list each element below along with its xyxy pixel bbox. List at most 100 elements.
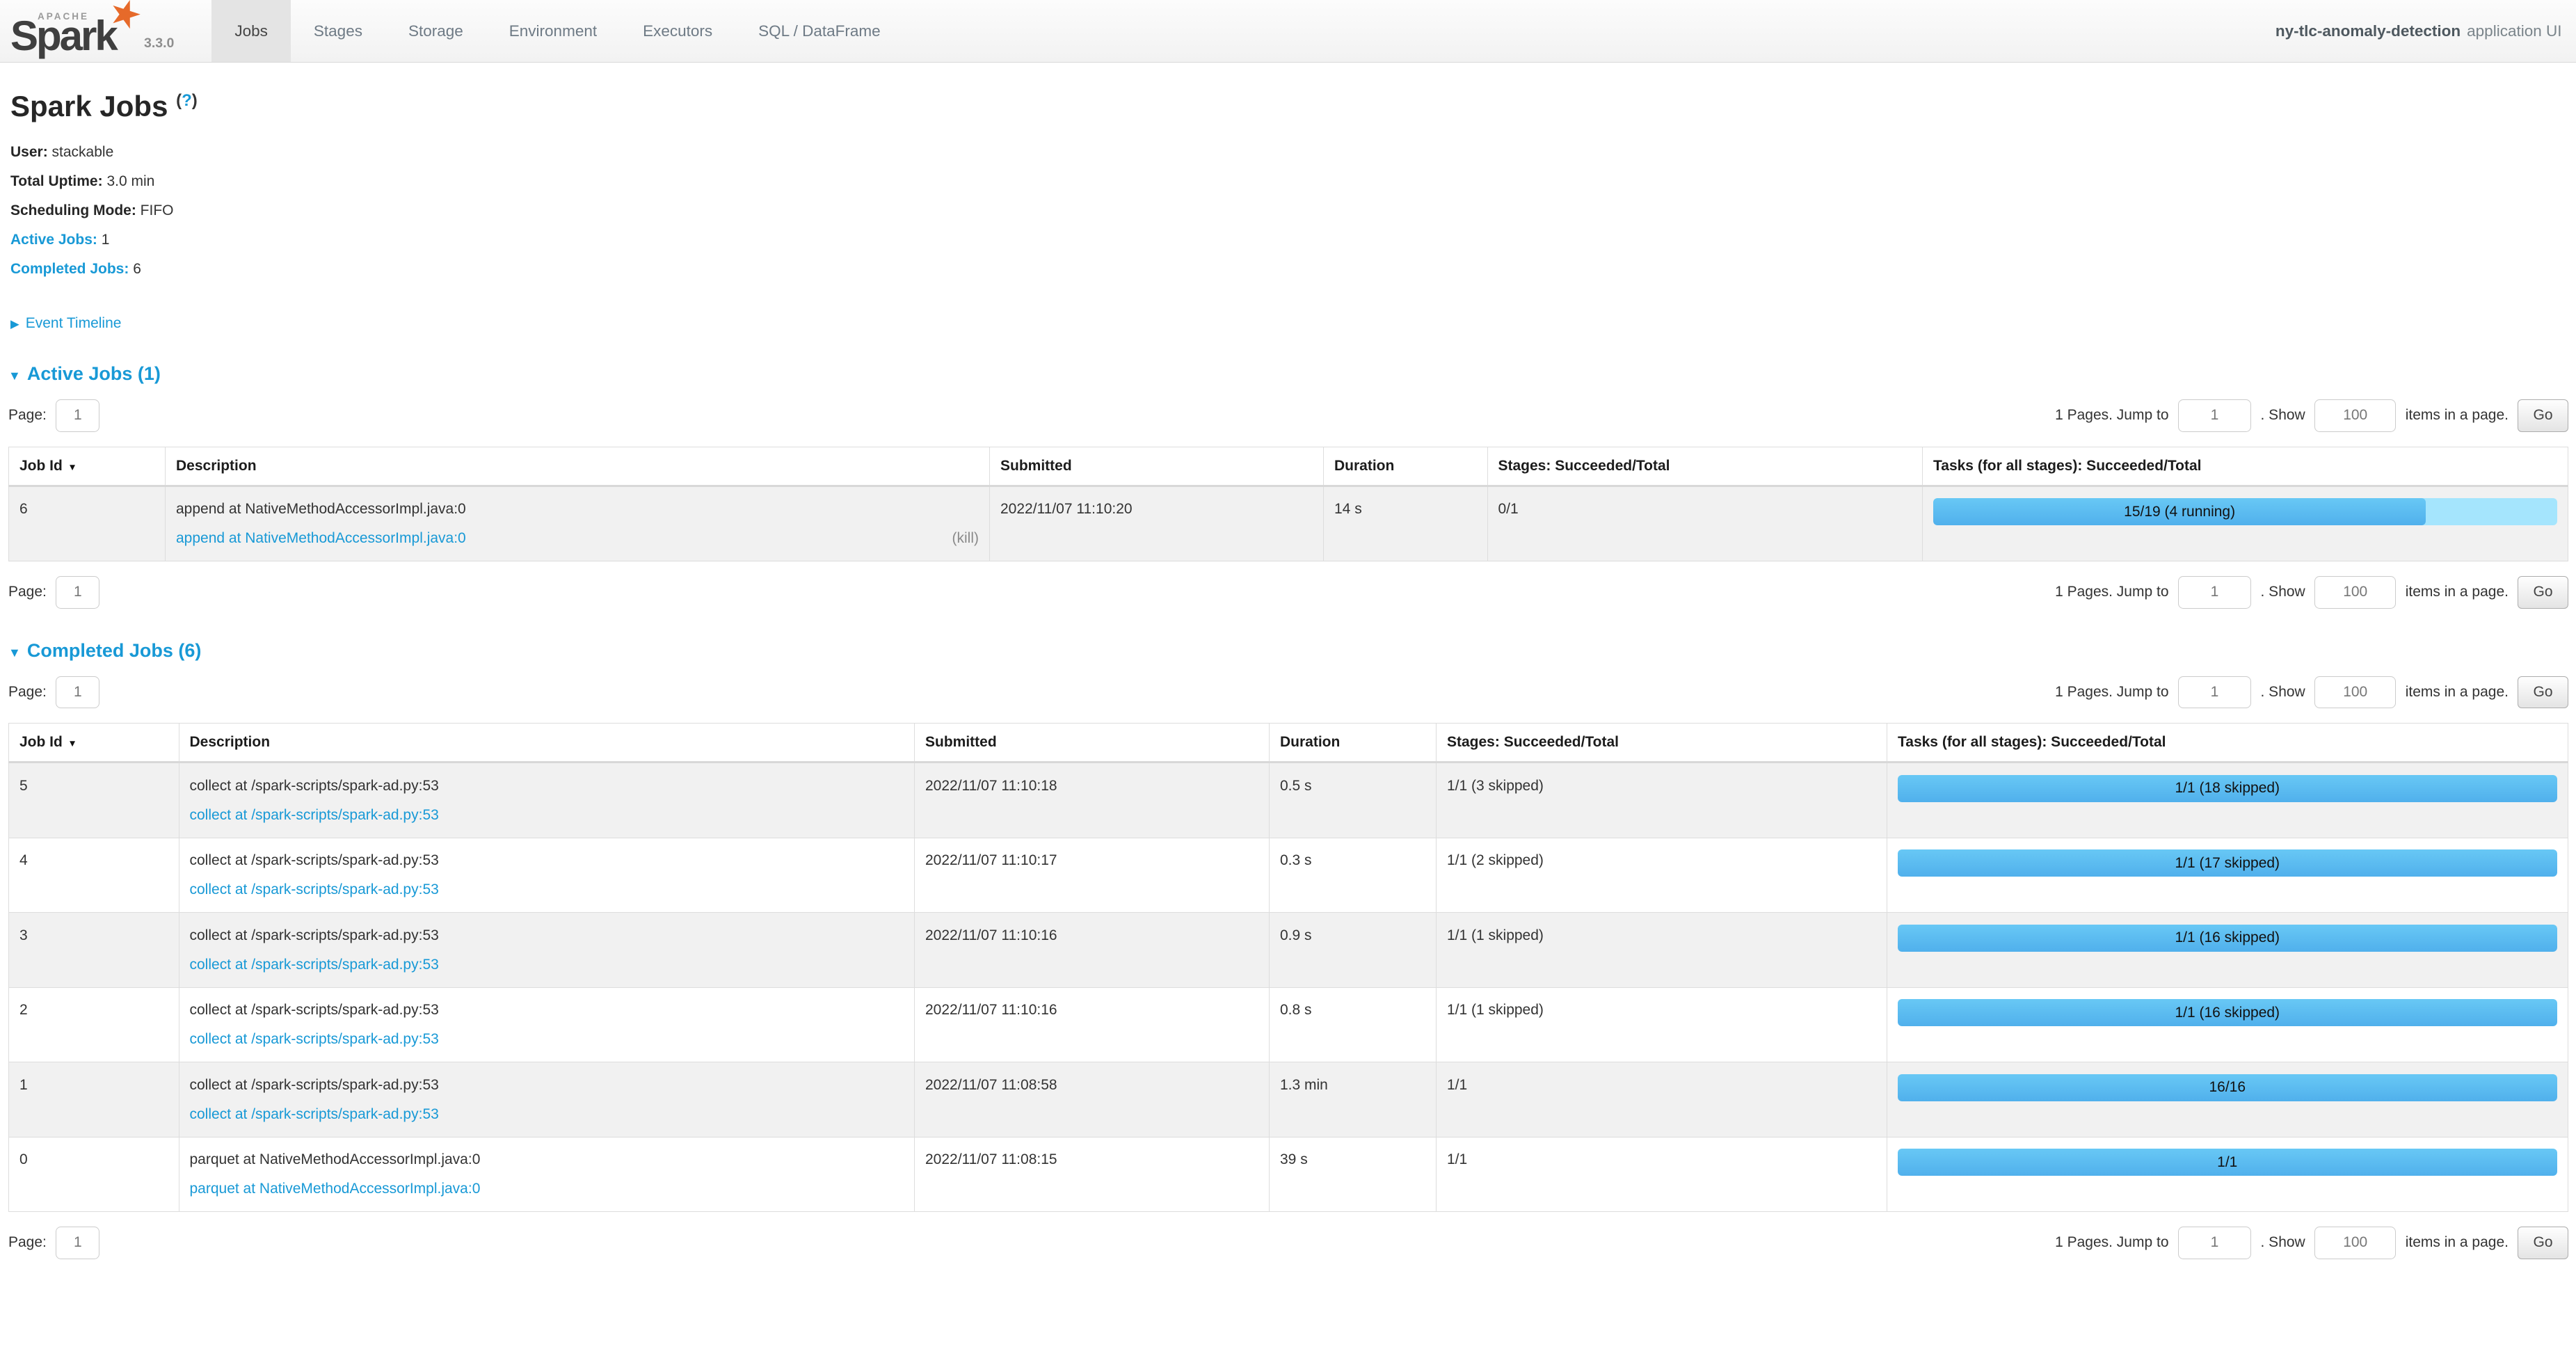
column-header-submitted[interactable]: Submitted [990,447,1324,486]
completed-jobs-header-row: Job Id▼ Description Submitted Duration S… [9,724,2568,763]
column-header-stages[interactable]: Stages: Succeeded/Total [1437,724,1887,763]
completed-job-row: 0 parquet at NativeMethodAccessorImpl.ja… [9,1137,2568,1212]
active-jobs-header-row: Job Id▼ Description Submitted Duration S… [9,447,2568,486]
caret-right-icon: ▶ [10,318,19,330]
jump-to-page-input[interactable] [2178,676,2251,709]
tab-jobs[interactable]: Jobs [211,0,291,62]
pagination-row: Page: 1 Pages. Jump to . Show items in a… [8,576,2568,609]
column-header-duration[interactable]: Duration [1324,447,1488,486]
job-description-cell: parquet at NativeMethodAccessorImpl.java… [179,1137,915,1212]
job-description-text: collect at /spark-scripts/spark-ad.py:53 [190,925,904,947]
job-submitted-cell: 2022/11/07 11:08:58 [915,1062,1270,1138]
column-header-job-id[interactable]: Job Id▼ [9,724,179,763]
job-tasks-cell: 16/16 [1887,1062,2568,1138]
job-description-text: collect at /spark-scripts/spark-ad.py:53 [190,1074,904,1096]
jump-to-page-input[interactable] [2178,1227,2251,1259]
tasks-progress-bar: 1/1 (18 skipped) [1898,775,2557,802]
kill-job-link[interactable]: (kill) [952,527,979,550]
summary-active-jobs-link[interactable]: Active Jobs: [10,232,97,248]
page-size-input[interactable] [2314,576,2396,609]
pagination-row: Page: 1 Pages. Jump to . Show items in a… [8,399,2568,432]
column-header-description[interactable]: Description [179,724,915,763]
page-number-input[interactable] [56,399,99,432]
job-duration-cell: 0.5 s [1270,763,1437,838]
summary-uptime: Total Uptime: 3.0 min [10,167,2568,196]
job-submitted-cell: 2022/11/07 11:10:16 [915,987,1270,1062]
job-description-link[interactable]: collect at /spark-scripts/spark-ad.py:53 [190,804,439,827]
column-header-stages[interactable]: Stages: Succeeded/Total [1487,447,1923,486]
column-header-tasks[interactable]: Tasks (for all stages): Succeeded/Total [1923,447,2568,486]
job-duration-cell: 39 s [1270,1137,1437,1212]
sort-desc-icon: ▼ [67,462,77,472]
tab-executors[interactable]: Executors [620,0,735,62]
job-id-cell: 4 [9,838,179,913]
job-id-cell: 0 [9,1137,179,1212]
event-timeline-toggle[interactable]: ▶ Event Timeline [10,315,2568,332]
job-description-text: collect at /spark-scripts/spark-ad.py:53 [190,849,904,872]
jump-to-page-input[interactable] [2178,399,2251,432]
job-stages-cell: 1/1 (2 skipped) [1437,838,1887,913]
page-number-input[interactable] [56,1227,99,1259]
event-timeline-label: Event Timeline [26,315,122,331]
tasks-progress-fill: 15/19 (4 running) [1933,498,2426,525]
page-number-input[interactable] [56,576,99,609]
help-question-icon[interactable]: ? [182,91,192,110]
job-description-link[interactable]: append at NativeMethodAccessorImpl.java:… [176,527,466,550]
summary-scheduling-value: FIFO [141,202,174,218]
tasks-progress-bar: 1/1 (16 skipped) [1898,925,2557,952]
job-tasks-cell: 15/19 (4 running) [1923,486,2568,561]
job-description-text: parquet at NativeMethodAccessorImpl.java… [190,1149,904,1171]
summary-uptime-value: 3.0 min [106,173,154,189]
page-size-input[interactable] [2314,676,2396,709]
completed-job-row: 2 collect at /spark-scripts/spark-ad.py:… [9,987,2568,1062]
job-description-cell: collect at /spark-scripts/spark-ad.py:53… [179,1062,915,1138]
tab-sql-dataframe[interactable]: SQL / DataFrame [735,0,903,62]
column-header-description[interactable]: Description [166,447,990,486]
column-header-tasks[interactable]: Tasks (for all stages): Succeeded/Total [1887,724,2568,763]
help-tooltip-link[interactable]: (?) [176,91,198,110]
page-number-input[interactable] [56,676,99,709]
page-size-input[interactable] [2314,1227,2396,1259]
job-description-link[interactable]: collect at /spark-scripts/spark-ad.py:53 [190,879,439,901]
jump-to-page-input[interactable] [2178,576,2251,609]
go-button[interactable]: Go [2518,1227,2568,1259]
job-duration-cell: 14 s [1324,486,1488,561]
pages-info-text: 1 Pages. Jump to [2055,684,2168,701]
go-button[interactable]: Go [2518,576,2568,609]
summary-user-label: User: [10,144,48,160]
spark-ui-page: APACHE Spark ★ 3.3.0 Jobs Stages Storage… [0,0,2576,1301]
job-description-link[interactable]: parquet at NativeMethodAccessorImpl.java… [190,1178,481,1200]
completed-job-row: 3 collect at /spark-scripts/spark-ad.py:… [9,913,2568,988]
column-header-job-id[interactable]: Job Id▼ [9,447,166,486]
job-description-link[interactable]: collect at /spark-scripts/spark-ad.py:53 [190,1028,439,1051]
spark-brand-logo[interactable]: APACHE Spark ★ 3.3.0 [0,0,184,62]
go-button[interactable]: Go [2518,399,2568,432]
job-stages-cell: 1/1 [1437,1137,1887,1212]
tasks-progress-bar: 1/1 (17 skipped) [1898,849,2557,877]
job-submitted-cell: 2022/11/07 11:10:18 [915,763,1270,838]
column-header-duration[interactable]: Duration [1270,724,1437,763]
job-description-text: collect at /spark-scripts/spark-ad.py:53 [190,999,904,1021]
pages-info-text: 1 Pages. Jump to [2055,407,2168,424]
column-header-submitted[interactable]: Submitted [915,724,1270,763]
go-button[interactable]: Go [2518,676,2568,709]
tab-environment[interactable]: Environment [486,0,620,62]
tab-stages[interactable]: Stages [291,0,385,62]
job-duration-cell: 1.3 min [1270,1062,1437,1138]
job-duration-cell: 0.8 s [1270,987,1437,1062]
summary-completed-jobs-link[interactable]: Completed Jobs: [10,261,129,277]
items-per-page-label: items in a page. [2406,407,2509,424]
tasks-progress-bar: 1/1 [1898,1149,2557,1176]
nav-tabs: Jobs Stages Storage Environment Executor… [211,0,903,62]
job-description-link[interactable]: collect at /spark-scripts/spark-ad.py:53 [190,1103,439,1126]
completed-jobs-table: Job Id▼ Description Submitted Duration S… [8,723,2568,1212]
job-stages-cell: 1/1 (1 skipped) [1437,913,1887,988]
completed-jobs-section-header[interactable]: ▼Completed Jobs (6) [8,640,2568,662]
summary-completed-jobs: Completed Jobs: 6 [10,255,2568,284]
job-submitted-cell: 2022/11/07 11:08:15 [915,1137,1270,1212]
job-description-link[interactable]: collect at /spark-scripts/spark-ad.py:53 [190,954,439,976]
active-jobs-section-header[interactable]: ▼Active Jobs (1) [8,363,2568,385]
tab-storage[interactable]: Storage [385,0,486,62]
page-size-input[interactable] [2314,399,2396,432]
completed-job-row: 4 collect at /spark-scripts/spark-ad.py:… [9,838,2568,913]
